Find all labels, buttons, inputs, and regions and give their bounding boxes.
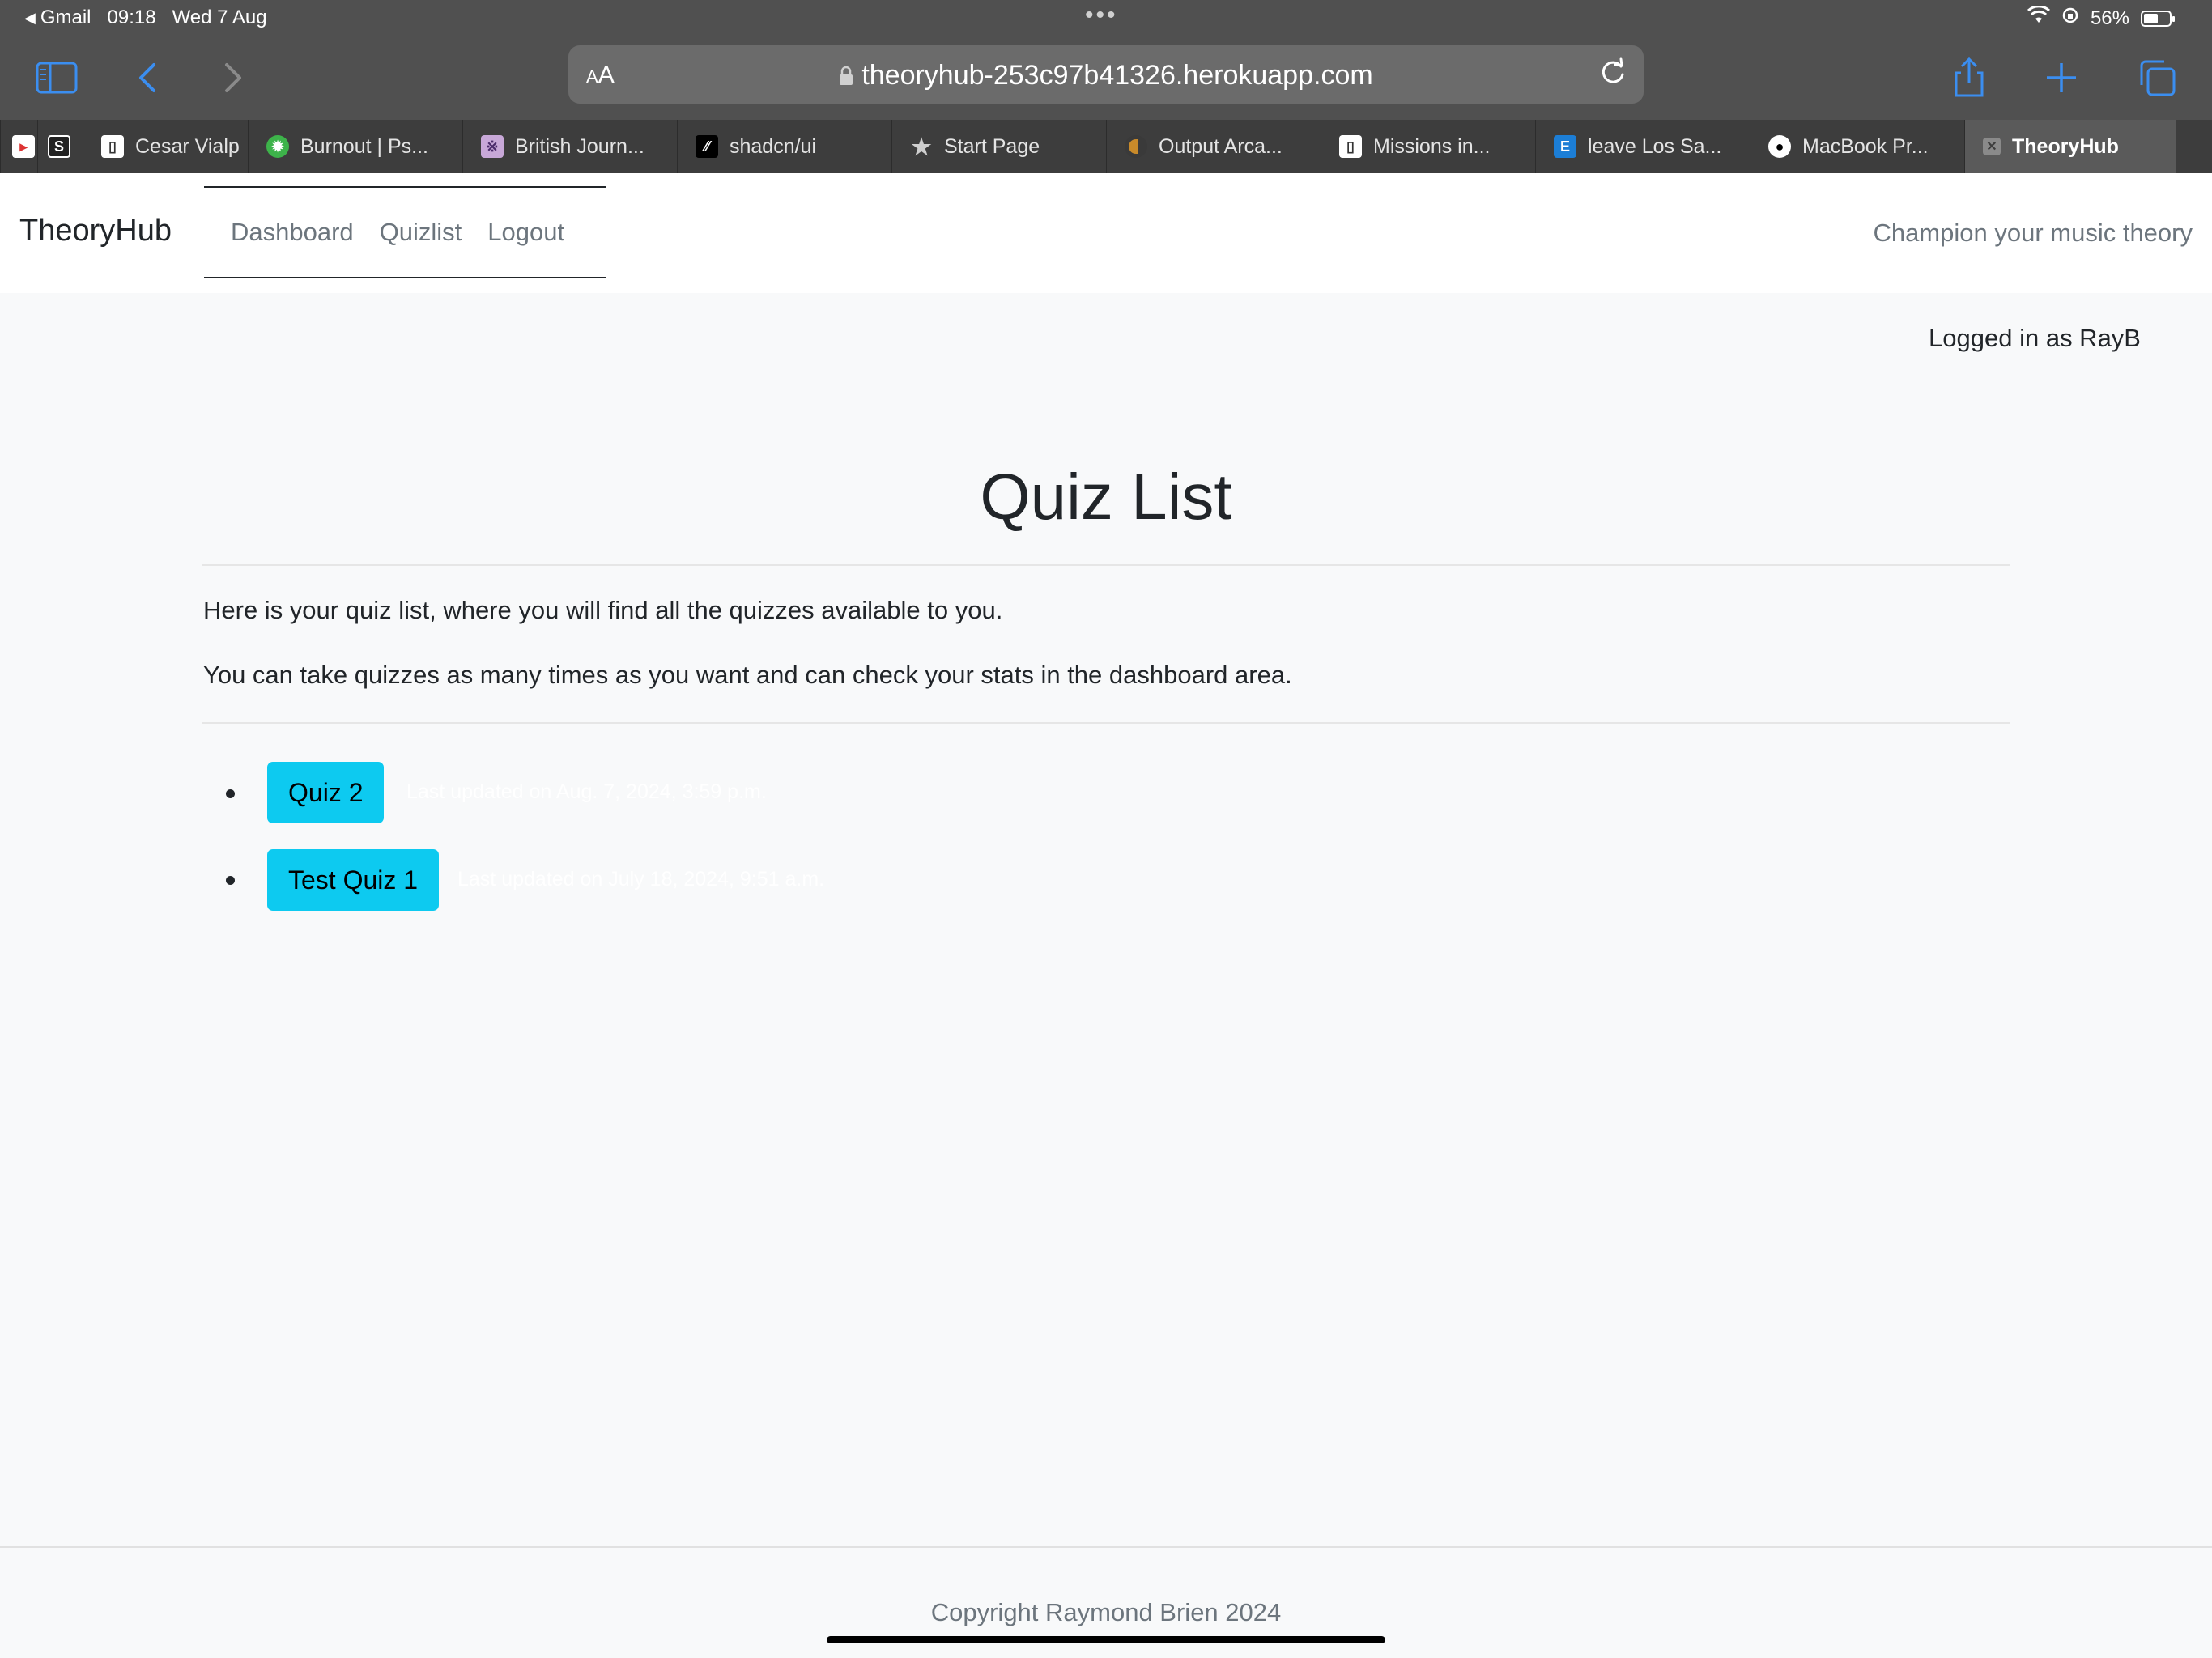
tab-title: shadcn/ui (730, 134, 817, 158)
tab-7[interactable]: ★ Start Page (891, 120, 1106, 173)
tab-title: Burnout | Ps... (300, 134, 428, 158)
page-title: Quiz List (980, 461, 1232, 533)
battery-icon (2141, 10, 2175, 27)
logged-in-status: Logged in as RayB (1929, 324, 2141, 352)
orientation-lock-icon (2061, 6, 2079, 30)
intro-text: Here is your quiz list, where you will f… (203, 596, 1003, 624)
circle-favicon (1125, 135, 1147, 158)
tab-12-active[interactable]: ✕ TheoryHub (1964, 120, 2176, 173)
wifi-icon (2027, 5, 2050, 30)
tab-title: TheoryHub (2012, 134, 2119, 158)
tab-10[interactable]: E leave Los Sa... (1535, 120, 1750, 173)
multitasking-dots-icon[interactable]: ••• (1085, 2, 1118, 29)
sidebar-icon[interactable] (32, 53, 81, 102)
e-favicon: E (1554, 135, 1576, 158)
footer-copyright: Copyright Raymond Brien 2024 (930, 1598, 1282, 1626)
tab-9[interactable]: ▯ Missions in... (1321, 120, 1535, 173)
forward-chevron-icon[interactable] (209, 53, 257, 102)
tab-8[interactable]: Output Arca... (1106, 120, 1321, 173)
last-updated-text: Last updated on Aug. 7, 2024, 3:59 p.m. (406, 780, 767, 803)
brand-logo[interactable]: TheoryHub (19, 214, 172, 249)
status-date: Wed 7 Aug (172, 6, 267, 28)
tab-title: Missions in... (1373, 134, 1491, 158)
quiz-button[interactable]: Test Quiz 1 (267, 849, 440, 911)
tab-6[interactable]: ⁄⁄ shadcn/ui (677, 120, 891, 173)
back-to-app-link[interactable]: ◀ Gmail (24, 6, 91, 29)
tab-2[interactable]: S (37, 120, 83, 173)
tab-title: British Journ... (515, 134, 644, 158)
browser-toolbar: AA theoryhub-253c97b41326.herokuapp.com (0, 39, 2212, 120)
site-navbar: TheoryHub Dashboard Quizlist Logout Cham… (0, 173, 2212, 293)
intro-text-stats: You can take quizzes as many times as yo… (203, 661, 1292, 689)
new-tab-plus-icon[interactable] (2037, 53, 2086, 102)
list-bullet (226, 876, 235, 885)
last-updated-text: Last updated on July 18, 2024, 9:51 a.m. (457, 868, 825, 891)
tab-3[interactable]: ▯ Cesar Vialp (83, 120, 248, 173)
document-favicon: ▯ (1339, 135, 1362, 158)
tab-5[interactable]: ※ British Journ... (462, 120, 677, 173)
status-bar: ◀ Gmail 09:18 Wed 7 Aug ••• 56% (0, 0, 2212, 39)
nav-logout-link[interactable]: Logout (487, 218, 564, 247)
home-indicator[interactable] (827, 1636, 1385, 1643)
red-favicon: ▸ (12, 135, 35, 158)
s-favicon: S (48, 135, 70, 158)
tab-11[interactable]: ● MacBook Pr... (1750, 120, 1964, 173)
shadcn-favicon: ⁄⁄ (696, 135, 718, 158)
journal-favicon: ※ (481, 135, 504, 158)
lock-icon (839, 62, 853, 93)
back-chevron-icon[interactable] (123, 53, 172, 102)
share-icon[interactable] (1945, 53, 1993, 102)
back-triangle-icon: ◀ (24, 9, 36, 26)
footer-divider (0, 1546, 2212, 1548)
gear-favicon: ✹ (266, 135, 289, 158)
site-tagline: Champion your music theory (1873, 219, 2193, 247)
battery-percent: 56% (2090, 6, 2129, 29)
nav-dashboard-link[interactable]: Dashboard (231, 218, 354, 247)
url-text: theoryhub-253c97b41326.herokuapp.com (861, 60, 1373, 91)
tab-1[interactable]: ▸ (0, 120, 37, 173)
divider (202, 564, 2010, 566)
tab-title: Start Page (944, 134, 1040, 158)
battery-fill (2144, 13, 2158, 23)
nav-links: Dashboard Quizlist Logout (204, 186, 606, 278)
document-favicon: ▯ (101, 135, 124, 158)
tab-title: Output Arca... (1159, 134, 1283, 158)
back-app-label: Gmail (40, 6, 91, 28)
close-icon[interactable]: ✕ (1983, 138, 2001, 155)
quiz-button[interactable]: Quiz 2 (267, 762, 385, 823)
status-time: 09:18 (107, 6, 156, 28)
tab-4[interactable]: ✹ Burnout | Ps... (248, 120, 462, 173)
tab-title: leave Los Sa... (1588, 134, 1722, 158)
address-bar[interactable]: AA theoryhub-253c97b41326.herokuapp.com (568, 45, 1644, 104)
reload-icon[interactable] (1597, 57, 1629, 93)
apple-favicon: ● (1768, 135, 1791, 158)
tab-bar: ▸ S ▯ Cesar Vialp ✹ Burnout | Ps... ※ Br… (0, 120, 2212, 173)
star-icon: ★ (911, 134, 932, 159)
tab-title: Cesar Vialp (135, 134, 240, 158)
tab-title: MacBook Pr... (1802, 134, 1929, 158)
list-bullet (226, 789, 235, 798)
nav-quizlist-link[interactable]: Quizlist (380, 218, 462, 247)
tab-overview-icon[interactable] (2133, 53, 2181, 102)
divider (202, 722, 2010, 724)
